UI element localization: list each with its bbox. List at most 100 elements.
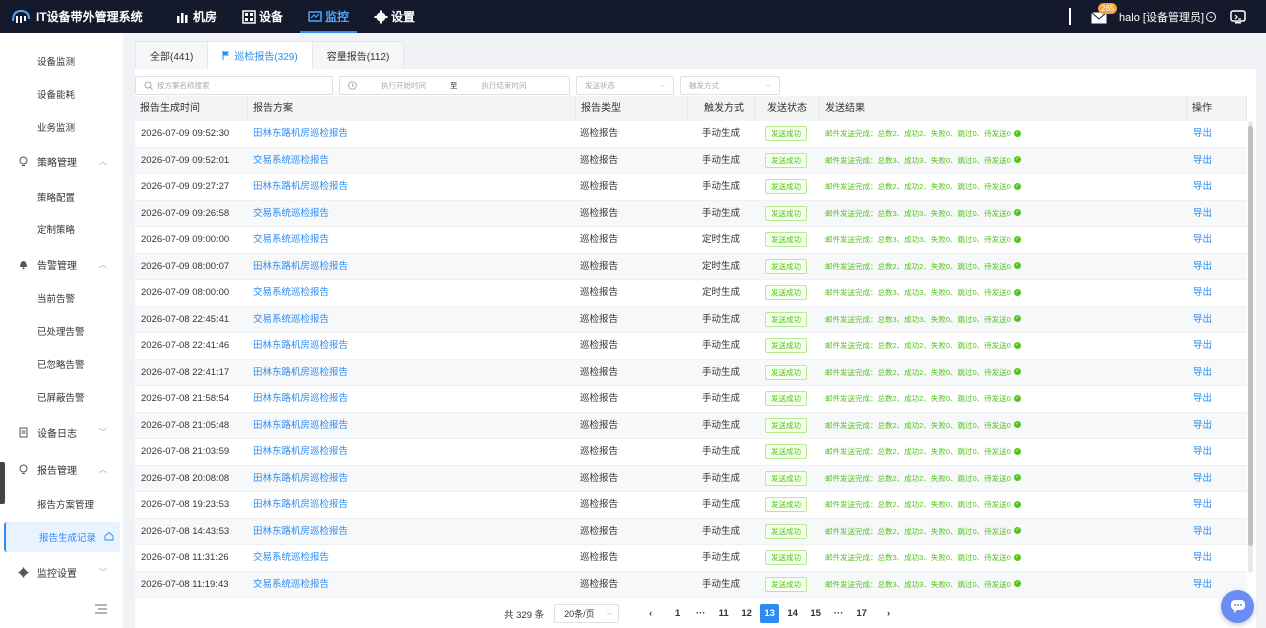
export-link[interactable]: 导出 bbox=[1193, 499, 1212, 510]
trigger-select[interactable]: 触发方式 ⌵ bbox=[680, 76, 780, 95]
report-plan-link[interactable]: 交易系统巡检报告 bbox=[253, 579, 329, 590]
report-plan-link[interactable]: 田林东路机房巡检报告 bbox=[253, 393, 348, 404]
mail-button[interactable]: 265 bbox=[1091, 2, 1118, 24]
export-link[interactable]: 导出 bbox=[1193, 552, 1212, 563]
check-circle-icon[interactable]: ✓ bbox=[1013, 368, 1021, 376]
user-menu[interactable]: halo [设备管理员] ⌄ bbox=[1119, 9, 1216, 25]
check-circle-icon[interactable]: ✓ bbox=[1013, 288, 1021, 296]
prev-page-button[interactable]: ‹ bbox=[641, 604, 660, 623]
sidebar-item[interactable]: 告警管理 ︿ bbox=[0, 249, 123, 279]
page-number[interactable]: 17 bbox=[852, 604, 871, 623]
scrollbar-thumb[interactable] bbox=[1248, 126, 1253, 546]
report-plan-link[interactable]: 田林东路机房巡检报告 bbox=[253, 499, 348, 510]
sidebar-item[interactable]: 报告方案管理 bbox=[0, 489, 123, 519]
sidebar-item[interactable]: 设备监测 bbox=[0, 46, 123, 76]
export-link[interactable]: 导出 bbox=[1193, 314, 1212, 325]
export-link[interactable]: 导出 bbox=[1193, 155, 1212, 166]
report-plan-link[interactable]: 交易系统巡检报告 bbox=[253, 287, 329, 298]
sidebar-item[interactable]: 策略管理 ︿ bbox=[0, 146, 123, 176]
check-circle-icon[interactable]: ✓ bbox=[1013, 421, 1021, 429]
export-link[interactable]: 导出 bbox=[1193, 526, 1212, 537]
page-ellipsis[interactable]: ··· bbox=[829, 604, 848, 623]
export-link[interactable]: 导出 bbox=[1193, 261, 1212, 272]
nav-item-rooms[interactable]: 机房 bbox=[168, 0, 225, 33]
sidebar-item[interactable]: 已忽略告警 bbox=[0, 349, 123, 379]
side-drawer-handle[interactable] bbox=[0, 462, 5, 504]
nav-item-settings[interactable]: 设置 bbox=[366, 0, 423, 33]
tab-inspection[interactable]: 巡检报告(329) bbox=[207, 41, 313, 69]
check-circle-icon[interactable]: ✓ bbox=[1013, 580, 1021, 588]
check-circle-icon[interactable]: ✓ bbox=[1013, 474, 1021, 482]
check-circle-icon[interactable]: ✓ bbox=[1013, 182, 1021, 190]
check-circle-icon[interactable]: ✓ bbox=[1013, 341, 1021, 349]
export-link[interactable]: 导出 bbox=[1193, 367, 1212, 378]
tab-capacity[interactable]: 容量报告(112) bbox=[311, 41, 405, 69]
report-plan-link[interactable]: 田林东路机房巡检报告 bbox=[253, 446, 348, 457]
check-circle-icon[interactable]: ✓ bbox=[1013, 156, 1021, 164]
page-number[interactable]: 12 bbox=[737, 604, 756, 623]
check-circle-icon[interactable]: ✓ bbox=[1013, 315, 1021, 323]
nav-item-devices[interactable]: 设备 bbox=[234, 0, 291, 33]
check-circle-icon[interactable]: ✓ bbox=[1013, 553, 1021, 561]
report-plan-link[interactable]: 交易系统巡检报告 bbox=[253, 552, 329, 563]
report-plan-link[interactable]: 田林东路机房巡检报告 bbox=[253, 261, 348, 272]
sidebar-item[interactable]: 定制策略 bbox=[0, 214, 123, 244]
sidebar-item[interactable]: 当前告警 bbox=[0, 283, 123, 313]
check-circle-icon[interactable]: ✓ bbox=[1013, 129, 1021, 137]
nav-item-monitor[interactable]: 监控 bbox=[300, 0, 358, 33]
report-plan-link[interactable]: 交易系统巡检报告 bbox=[253, 208, 329, 219]
report-plan-link[interactable]: 田林东路机房巡检报告 bbox=[253, 473, 348, 484]
report-plan-link[interactable]: 交易系统巡检报告 bbox=[253, 155, 329, 166]
app-logo[interactable]: IT设备带外管理系统 bbox=[10, 7, 150, 27]
search-input[interactable]: 按方案名称搜索 bbox=[135, 76, 333, 95]
export-link[interactable]: 导出 bbox=[1193, 181, 1212, 192]
report-plan-link[interactable]: 田林东路机房巡检报告 bbox=[253, 340, 348, 351]
check-circle-icon[interactable]: ✓ bbox=[1013, 209, 1021, 217]
report-plan-link[interactable]: 田林东路机房巡检报告 bbox=[253, 526, 348, 537]
page-ellipsis[interactable]: ··· bbox=[691, 604, 710, 623]
export-link[interactable]: 导出 bbox=[1193, 128, 1212, 139]
next-page-button[interactable]: › bbox=[879, 604, 898, 623]
status-select[interactable]: 发送状态 ⌵ bbox=[576, 76, 674, 95]
export-link[interactable]: 导出 bbox=[1193, 287, 1212, 298]
sidebar-item[interactable]: 设备能耗 bbox=[0, 79, 123, 109]
check-circle-icon[interactable]: ✓ bbox=[1013, 447, 1021, 455]
menu-collapse-icon[interactable] bbox=[95, 601, 107, 614]
report-plan-link[interactable]: 田林东路机房巡检报告 bbox=[253, 181, 348, 192]
export-link[interactable]: 导出 bbox=[1193, 208, 1212, 219]
report-plan-link[interactable]: 交易系统巡检报告 bbox=[253, 234, 329, 245]
sidebar-item[interactable]: 已处理告警 bbox=[0, 316, 123, 346]
page-number[interactable]: 11 bbox=[714, 604, 733, 623]
sidebar-item[interactable]: 报告生成记录 bbox=[4, 522, 120, 552]
chat-button[interactable] bbox=[1221, 590, 1254, 623]
export-link[interactable]: 导出 bbox=[1193, 393, 1212, 404]
check-circle-icon[interactable]: ✓ bbox=[1013, 394, 1021, 402]
sidebar-item[interactable]: 业务监测 bbox=[0, 112, 123, 142]
fullscreen-icon[interactable] bbox=[1230, 9, 1246, 24]
page-size-select[interactable]: 20条/页 ⌵ bbox=[554, 604, 620, 623]
sidebar-item[interactable]: 报告管理 ︿ bbox=[0, 454, 123, 484]
sidebar-item[interactable]: 策略配置 bbox=[0, 182, 123, 212]
report-plan-link[interactable]: 交易系统巡检报告 bbox=[253, 314, 329, 325]
page-number[interactable]: 13 bbox=[760, 604, 780, 623]
export-link[interactable]: 导出 bbox=[1193, 579, 1212, 590]
tab-all[interactable]: 全部(441) bbox=[135, 41, 209, 69]
export-link[interactable]: 导出 bbox=[1193, 473, 1212, 484]
export-link[interactable]: 导出 bbox=[1193, 420, 1212, 431]
sidebar-item[interactable]: 设备日志 ﹀ bbox=[0, 417, 123, 447]
export-link[interactable]: 导出 bbox=[1193, 340, 1212, 351]
page-number[interactable]: 1 bbox=[668, 604, 687, 623]
date-range-picker[interactable]: 执行开始时间 至 执行结束时间 bbox=[339, 76, 570, 95]
report-plan-link[interactable]: 田林东路机房巡检报告 bbox=[253, 367, 348, 378]
page-number[interactable]: 14 bbox=[783, 604, 802, 623]
check-circle-icon[interactable]: ✓ bbox=[1013, 235, 1021, 243]
check-circle-icon[interactable]: ✓ bbox=[1013, 527, 1021, 535]
check-circle-icon[interactable]: ✓ bbox=[1013, 262, 1021, 270]
export-link[interactable]: 导出 bbox=[1193, 234, 1212, 245]
sidebar-item[interactable]: 监控设置 ﹀ bbox=[0, 557, 123, 587]
report-plan-link[interactable]: 田林东路机房巡检报告 bbox=[253, 420, 348, 431]
page-number[interactable]: 15 bbox=[806, 604, 825, 623]
report-plan-link[interactable]: 田林东路机房巡检报告 bbox=[253, 128, 348, 139]
check-circle-icon[interactable]: ✓ bbox=[1013, 500, 1021, 508]
export-link[interactable]: 导出 bbox=[1193, 446, 1212, 457]
